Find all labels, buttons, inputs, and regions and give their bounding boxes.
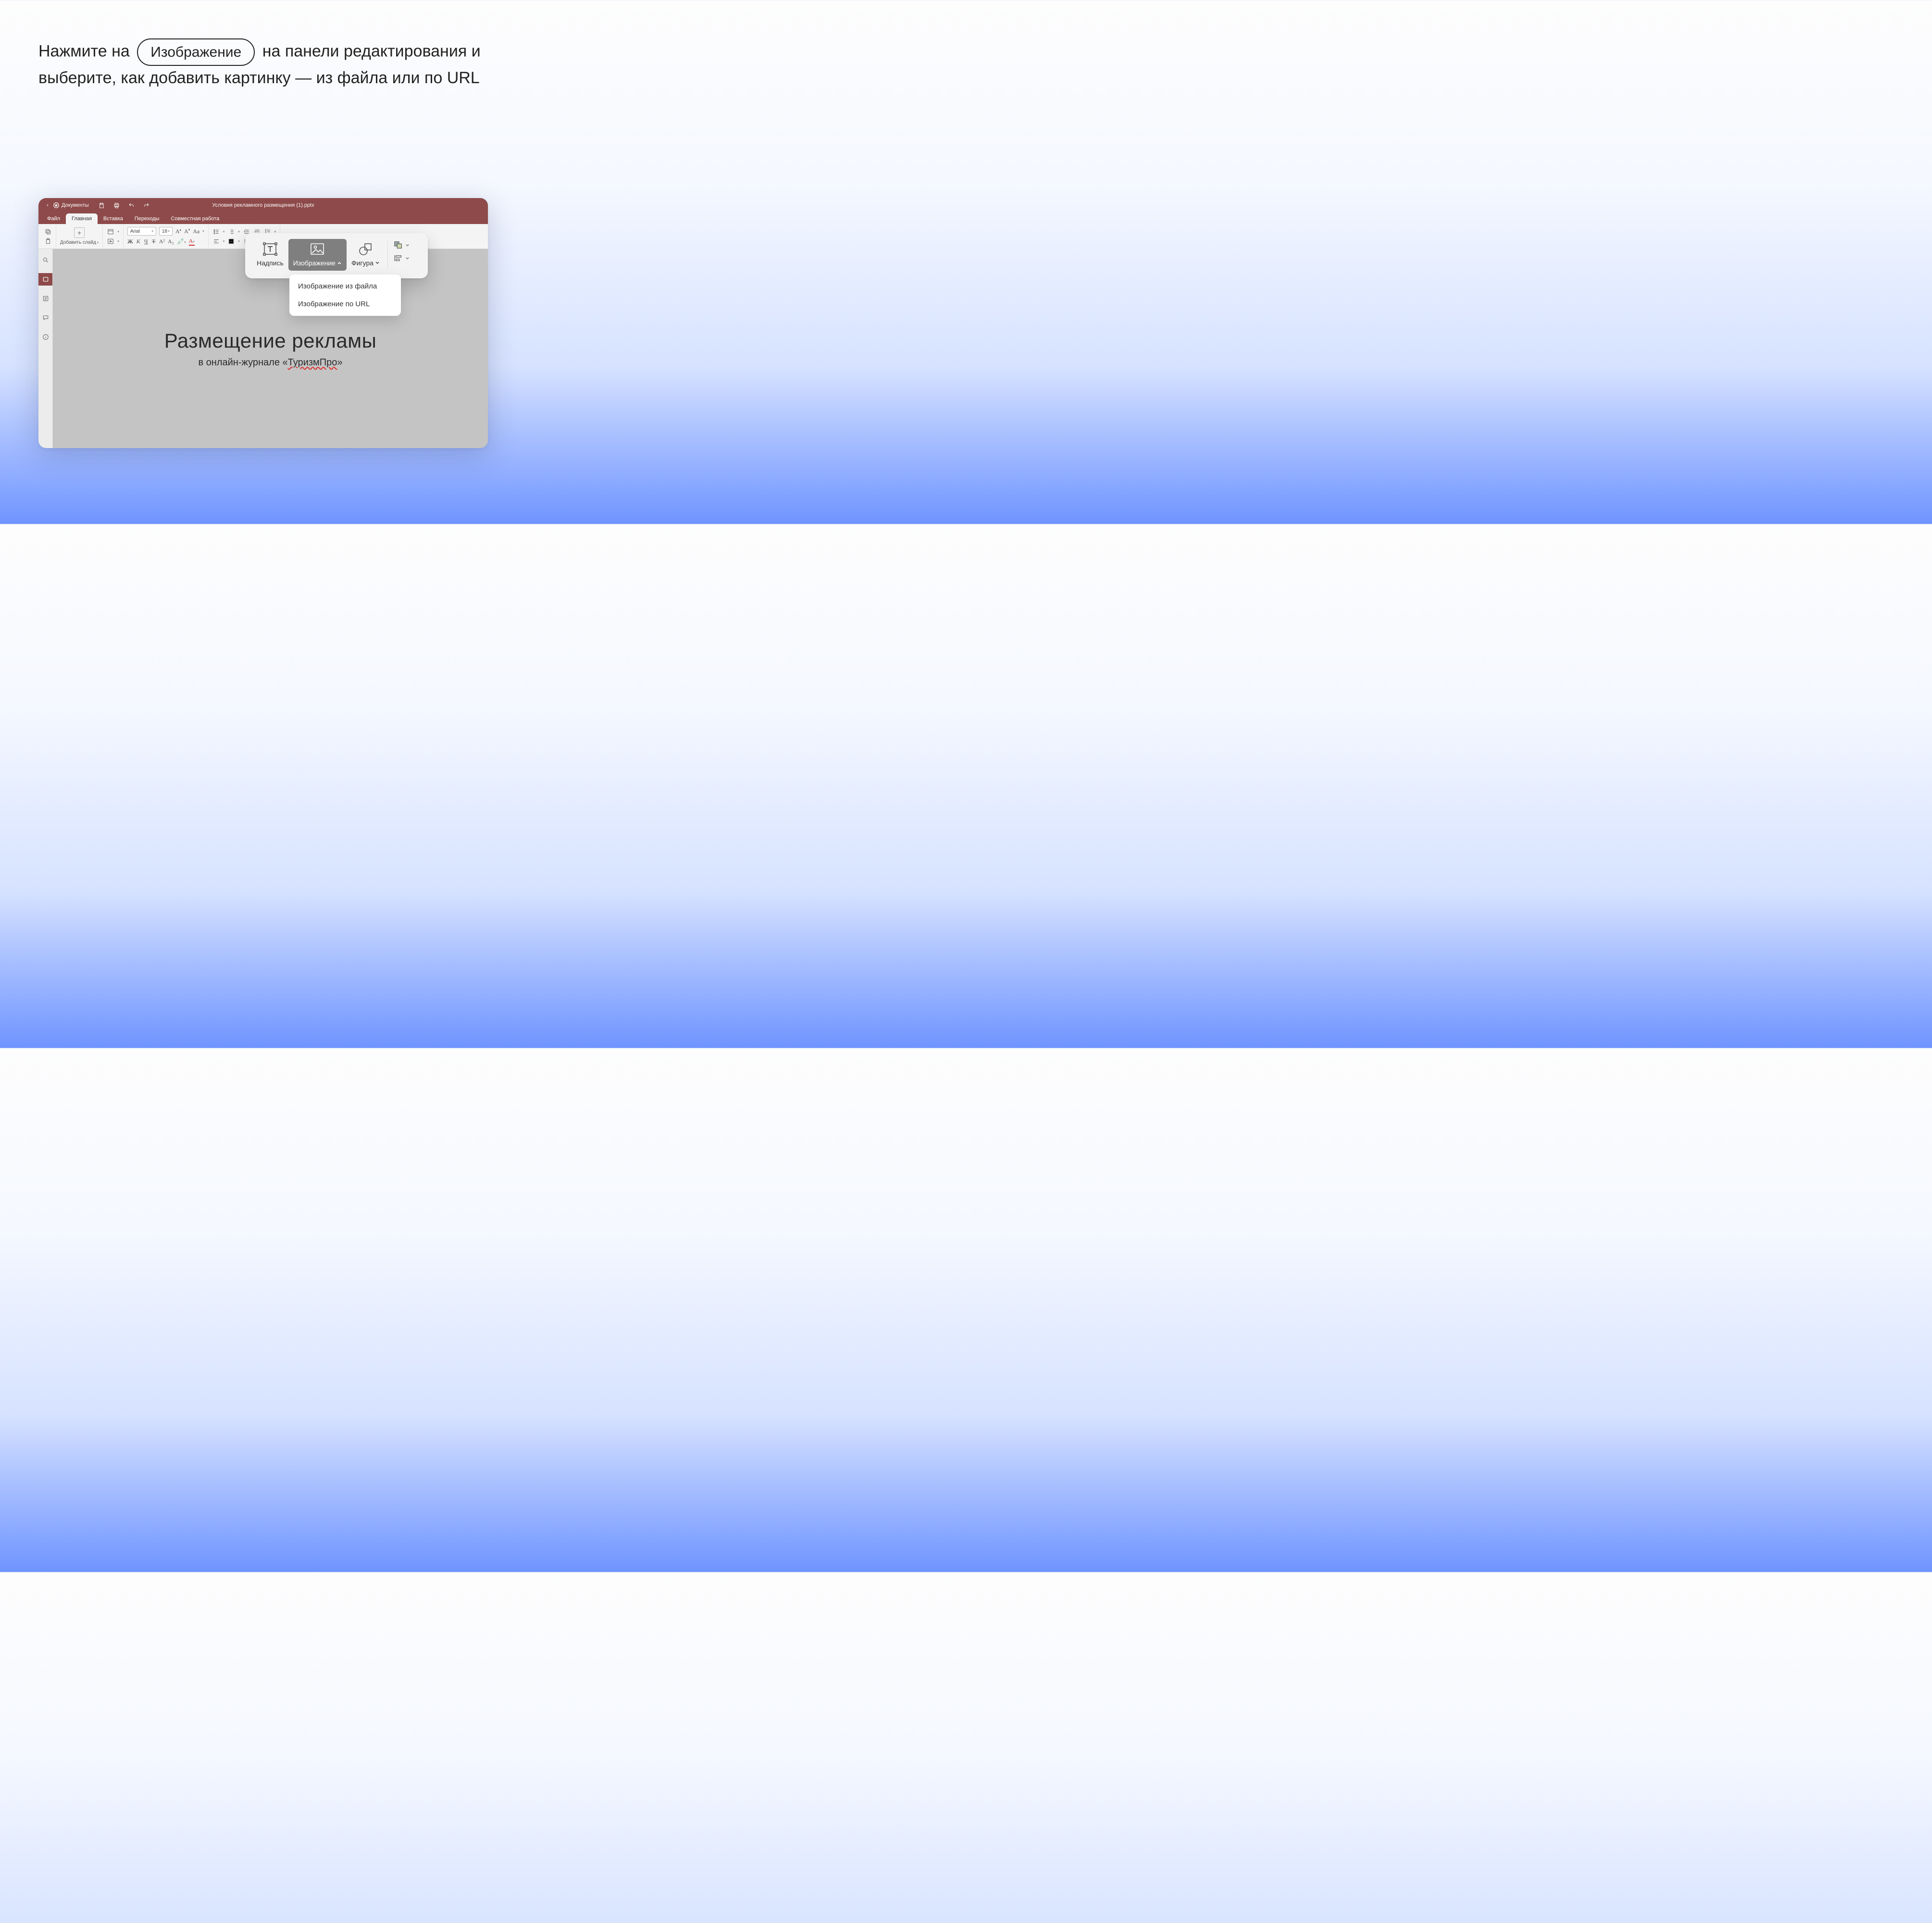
textbox-icon bbox=[262, 242, 278, 256]
decrease-font-icon[interactable]: A▾ bbox=[184, 228, 190, 235]
shape-icon bbox=[357, 242, 374, 256]
numbering-icon[interactable] bbox=[227, 228, 235, 236]
strike-button[interactable]: Т bbox=[151, 238, 156, 245]
highlight-button[interactable]: 🖍▾ bbox=[177, 238, 186, 245]
image-dropdown: Изображение из файла Изображение по URL bbox=[289, 275, 401, 316]
instruction-text: Нажмите на Изображение на панели редакти… bbox=[38, 38, 489, 90]
side-rail bbox=[38, 249, 53, 448]
valign-icon[interactable] bbox=[227, 237, 235, 245]
rail-info[interactable] bbox=[38, 331, 52, 343]
chevron-down-icon[interactable]: ▾ bbox=[117, 239, 119, 243]
document-title: Условия рекламного размещения (1).pptx bbox=[212, 202, 314, 208]
rail-comments[interactable] bbox=[38, 312, 52, 324]
instruction-part1: Нажмите на bbox=[38, 42, 130, 60]
insert-image-button[interactable]: Изображение bbox=[288, 239, 347, 271]
insert-textbox-button[interactable]: Надпись bbox=[252, 239, 288, 271]
chevron-down-icon[interactable]: ▾ bbox=[97, 241, 99, 245]
tab-file[interactable]: Файл bbox=[41, 213, 66, 224]
instruction-pill: Изображение bbox=[137, 38, 255, 66]
align-objects-button[interactable] bbox=[394, 254, 410, 262]
tab-collab[interactable]: Совместная работа bbox=[165, 213, 225, 224]
insert-popover: Надпись Изображение bbox=[245, 233, 428, 278]
tab-main[interactable]: Главная bbox=[66, 213, 98, 224]
titlebar: ‹ Документы Условия рекламного размещени… bbox=[38, 198, 488, 212]
separator bbox=[387, 241, 388, 269]
underline-button[interactable]: Ч bbox=[144, 238, 149, 245]
image-icon bbox=[309, 242, 325, 256]
tab-insert[interactable]: Вставка bbox=[98, 213, 129, 224]
app-name: Документы bbox=[62, 202, 89, 208]
superscript-button[interactable]: A² bbox=[159, 238, 165, 245]
rail-outline[interactable] bbox=[38, 292, 52, 305]
tab-transitions[interactable]: Переходы bbox=[129, 213, 165, 224]
chevron-down-icon bbox=[405, 256, 410, 261]
add-slide-button[interactable]: + bbox=[74, 227, 85, 238]
subscript-button[interactable]: A₂ bbox=[168, 238, 174, 245]
paste-icon[interactable] bbox=[44, 237, 52, 245]
rail-search[interactable] bbox=[38, 254, 52, 266]
redo-icon[interactable] bbox=[143, 202, 150, 209]
chevron-down-icon bbox=[375, 261, 380, 265]
font-name-select[interactable]: Arial▾ bbox=[127, 227, 156, 236]
arrange-button[interactable] bbox=[394, 241, 410, 250]
layout-icon[interactable] bbox=[107, 228, 114, 236]
italic-button[interactable]: К bbox=[136, 238, 141, 245]
align-left-icon[interactable] bbox=[212, 237, 220, 245]
bullets-icon[interactable] bbox=[212, 228, 220, 236]
print-icon[interactable] bbox=[113, 202, 120, 209]
font-color-button[interactable]: A▾ bbox=[189, 237, 195, 246]
play-icon[interactable] bbox=[107, 237, 114, 245]
increase-font-icon[interactable]: A▴ bbox=[175, 228, 181, 235]
undo-icon[interactable] bbox=[128, 202, 135, 209]
chevron-down-icon bbox=[405, 243, 410, 248]
save-icon[interactable] bbox=[99, 202, 105, 209]
slide-subtitle: в онлайн-журнале «ТуризмПро» bbox=[198, 357, 342, 368]
image-from-url-item[interactable]: Изображение по URL bbox=[289, 295, 401, 313]
image-from-file-item[interactable]: Изображение из файла bbox=[289, 277, 401, 295]
chevron-down-icon[interactable]: ▾ bbox=[117, 230, 119, 234]
slide-canvas[interactable]: Размещение рекламы в онлайн-журнале «Тур… bbox=[53, 249, 488, 448]
add-slide-label: Добавить слайд bbox=[60, 240, 96, 245]
slide-title: Размещение рекламы bbox=[164, 329, 377, 352]
copy-icon[interactable] bbox=[44, 228, 52, 236]
insert-shape-button[interactable]: Фигура bbox=[347, 239, 385, 271]
bold-button[interactable]: Ж bbox=[127, 238, 133, 245]
font-size-select[interactable]: 18▾ bbox=[159, 227, 173, 236]
tabbar: Файл Главная Вставка Переходы Совместная… bbox=[38, 212, 488, 224]
change-case-icon[interactable]: Aa bbox=[193, 228, 199, 235]
chevron-down-icon[interactable]: ▾ bbox=[202, 229, 204, 233]
back-icon[interactable]: ‹ bbox=[43, 202, 52, 208]
app-logo-icon bbox=[53, 202, 60, 209]
spellcheck-underline: ТуризмПро bbox=[288, 357, 337, 368]
chevron-up-icon bbox=[337, 261, 342, 265]
rail-slides[interactable] bbox=[38, 273, 52, 286]
